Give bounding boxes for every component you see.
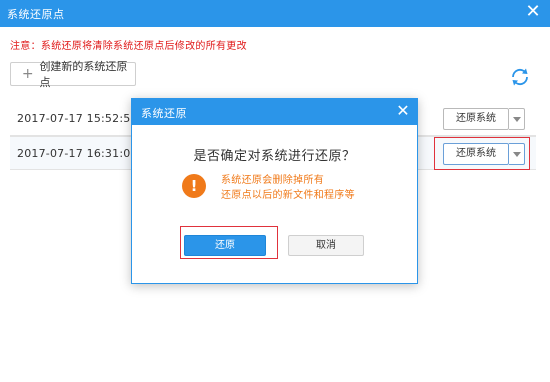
dialog-titlebar: 系统还原 ✕ xyxy=(132,99,417,125)
restore-options-dropdown[interactable] xyxy=(509,108,525,130)
dialog-message-line1: 系统还原会删除掉所有 xyxy=(221,175,324,186)
warning-text: 注意：系统还原将清除系统还原点后修改的所有更改 xyxy=(10,41,247,52)
window-titlebar: 系统还原点 ✕ xyxy=(0,0,550,27)
dialog-close-icon[interactable]: ✕ xyxy=(395,103,411,119)
dialog-question: 是否确定对系统进行还原？ xyxy=(193,149,356,164)
restore-point-date: 2017-07-17 16:31:00 xyxy=(17,147,138,160)
plus-icon: + xyxy=(21,66,34,82)
create-restore-point-label: 创建新的系统还原点 xyxy=(39,60,128,89)
chevron-down-icon xyxy=(513,117,521,122)
window-title: 系统还原点 xyxy=(7,8,65,21)
dialog-message: 系统还原会删除掉所有 还原点以后的新文件和程序等 xyxy=(221,173,355,203)
close-icon[interactable]: ✕ xyxy=(524,3,542,21)
highlight-box-restore-button xyxy=(434,137,530,170)
cancel-button[interactable]: 取消 xyxy=(288,235,364,256)
refresh-icon[interactable] xyxy=(507,64,533,90)
restore-system-button[interactable]: 还原系统 xyxy=(443,108,509,130)
warning-icon: ! xyxy=(182,174,206,198)
create-restore-point-button[interactable]: + 创建新的系统还原点 xyxy=(10,60,136,89)
dialog-title: 系统还原 xyxy=(141,107,187,120)
restore-point-date: 2017-07-17 15:52:50 xyxy=(17,112,138,125)
dialog-message-line2: 还原点以后的新文件和程序等 xyxy=(221,190,355,201)
highlight-box-confirm-button xyxy=(180,226,278,259)
